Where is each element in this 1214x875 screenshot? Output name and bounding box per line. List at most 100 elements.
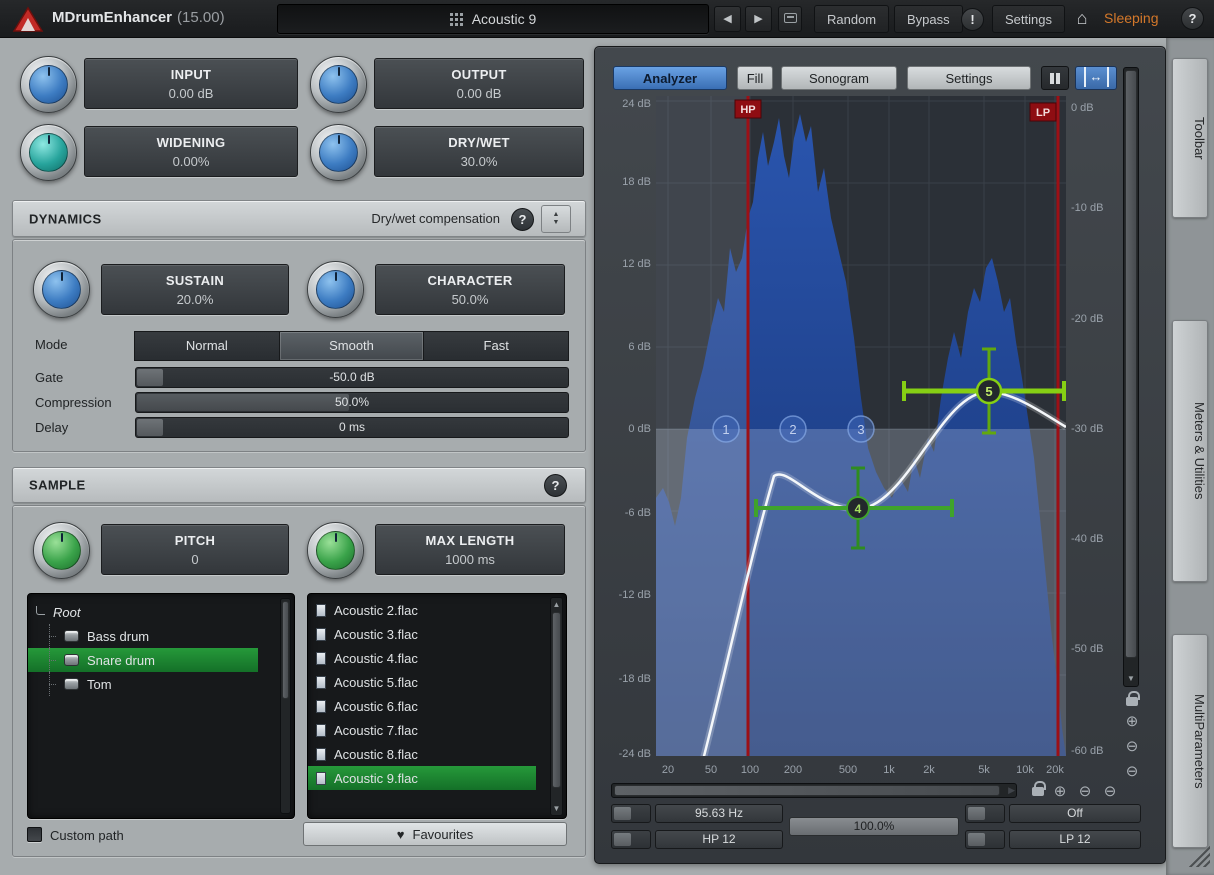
file-list-scrollbar[interactable]: ▲ ▼: [550, 597, 563, 816]
file-item[interactable]: Acoustic 7.flac: [308, 718, 566, 742]
band-mix-slider[interactable]: 100.0%: [789, 817, 959, 836]
character-display[interactable]: CHARACTER 50.0%: [375, 264, 565, 315]
scroll-down-icon[interactable]: ▼: [551, 802, 562, 815]
tab-analyzer[interactable]: Analyzer: [613, 66, 727, 90]
mode-smooth-button[interactable]: Smooth: [279, 331, 425, 361]
home-button[interactable]: ⌂: [1068, 6, 1096, 32]
plot-vertical-scrollbar[interactable]: ▼: [1123, 67, 1139, 687]
mode-fast-button[interactable]: Fast: [423, 331, 569, 361]
dynamics-help-button[interactable]: ?: [511, 208, 534, 231]
gate-slider[interactable]: -50.0 dB: [135, 367, 569, 388]
delay-slider[interactable]: 0 ms: [135, 417, 569, 438]
hzoom-lock-icon[interactable]: [1032, 787, 1044, 796]
input-knob[interactable]: [20, 56, 77, 113]
mode-normal-button[interactable]: Normal: [134, 331, 280, 361]
alert-button[interactable]: !: [961, 8, 984, 31]
character-knob[interactable]: [307, 261, 364, 318]
plot-horizontal-scrollbar[interactable]: ▶: [611, 783, 1017, 798]
plot-vertical-scrollbar-thumb[interactable]: [1125, 70, 1137, 658]
tab-sonogram[interactable]: Sonogram: [781, 66, 897, 90]
previous-preset-button[interactable]: ◀: [714, 6, 741, 32]
preset-selector[interactable]: Acoustic 9: [277, 4, 709, 34]
random-button[interactable]: Random: [814, 5, 889, 33]
max-length-knob[interactable]: [307, 522, 364, 579]
tab-fill[interactable]: Fill: [737, 66, 773, 90]
drywet-knob[interactable]: [310, 124, 367, 181]
tree-item-bass-drum[interactable]: Bass drum: [28, 624, 294, 648]
dynamics-spinner-button[interactable]: ▲ ▼: [541, 205, 571, 233]
tree-root-item[interactable]: Root: [28, 600, 294, 624]
hp-slope-mini-slider[interactable]: [611, 830, 651, 849]
compression-slider[interactable]: 50.0%: [135, 392, 569, 413]
file-item[interactable]: Acoustic 4.flac: [308, 646, 566, 670]
plot-horizontal-scrollbar-thumb[interactable]: [614, 785, 1000, 796]
input-display[interactable]: INPUT 0.00 dB: [84, 58, 298, 109]
preset-manager-button[interactable]: [778, 6, 802, 32]
sleeping-indicator[interactable]: Sleeping: [1104, 10, 1159, 26]
drywet-compensation-dropdown[interactable]: Dry/wet compensation: [371, 211, 500, 226]
tab-toolbar[interactable]: Toolbar: [1172, 58, 1208, 218]
lp-frequency-display[interactable]: Off: [1009, 804, 1141, 823]
delay-slider-handle[interactable]: [137, 419, 163, 436]
file-item-selected[interactable]: Acoustic 9.flac: [308, 766, 536, 790]
help-button[interactable]: ?: [1181, 7, 1204, 30]
hzoom-reset-icon[interactable]: ⊖: [1101, 782, 1119, 800]
custom-path-checkbox[interactable]: [27, 827, 42, 842]
zoom-in-icon[interactable]: ⊕: [1123, 712, 1141, 730]
max-length-display[interactable]: MAX LENGTH 1000 ms: [375, 524, 565, 575]
lp-frequency-mini-slider[interactable]: [965, 804, 1005, 823]
hp-slope-mini-handle[interactable]: [614, 833, 631, 846]
tree-item-snare-drum[interactable]: Snare drum: [28, 648, 258, 672]
next-preset-button[interactable]: ▶: [745, 6, 772, 32]
scroll-right-icon[interactable]: ▶: [1008, 784, 1015, 797]
hp-slope-display[interactable]: HP 12: [655, 830, 783, 849]
hp-frequency-display[interactable]: 95.63 Hz: [655, 804, 783, 823]
gate-slider-handle[interactable]: [137, 369, 163, 386]
scroll-up-icon[interactable]: ▲: [551, 598, 562, 611]
lp-frequency-mini-handle[interactable]: [968, 807, 985, 820]
file-item[interactable]: Acoustic 8.flac: [308, 742, 566, 766]
zoom-reset-icon[interactable]: ⊖: [1123, 762, 1141, 780]
hzoom-out-icon[interactable]: ⊖: [1076, 782, 1094, 800]
output-display[interactable]: OUTPUT 0.00 dB: [374, 58, 584, 109]
file-list-scrollbar-thumb[interactable]: [552, 612, 561, 788]
compression-slider-fill[interactable]: [137, 394, 349, 411]
lp-marker-label[interactable]: LP: [1030, 103, 1056, 121]
file-item[interactable]: Acoustic 2.flac: [308, 598, 566, 622]
sustain-display[interactable]: SUSTAIN 20.0%: [101, 264, 289, 315]
tree-item-tom[interactable]: Tom: [28, 672, 294, 696]
bypass-button[interactable]: Bypass: [894, 5, 963, 33]
tab-multiparameters[interactable]: MultiParameters: [1172, 634, 1208, 848]
tab-settings[interactable]: Settings: [907, 66, 1031, 90]
tree-scrollbar[interactable]: [280, 598, 291, 814]
lp-slope-mini-handle[interactable]: [968, 833, 985, 846]
scroll-down-icon[interactable]: ▼: [1124, 672, 1138, 685]
widening-knob[interactable]: [20, 124, 77, 181]
lp-slope-display[interactable]: LP 12: [1009, 830, 1141, 849]
fit-view-button[interactable]: ↔: [1075, 66, 1117, 90]
pitch-knob[interactable]: [33, 522, 90, 579]
sustain-knob[interactable]: [33, 261, 90, 318]
tab-meters-utilities[interactable]: Meters & Utilities: [1172, 320, 1208, 582]
pause-analyzer-button[interactable]: [1041, 66, 1069, 90]
tree-scrollbar-thumb[interactable]: [282, 601, 289, 699]
eq-node-1[interactable]: 1: [713, 416, 739, 442]
lp-slope-mini-slider[interactable]: [965, 830, 1005, 849]
eq-node-3[interactable]: 3: [848, 416, 874, 442]
hzoom-in-icon[interactable]: ⊕: [1051, 782, 1069, 800]
output-knob[interactable]: [310, 56, 367, 113]
eq-node-2[interactable]: 2: [780, 416, 806, 442]
sample-help-button[interactable]: ?: [544, 474, 567, 497]
zoom-out-icon[interactable]: ⊖: [1123, 737, 1141, 755]
file-item[interactable]: Acoustic 6.flac: [308, 694, 566, 718]
hp-marker-label[interactable]: HP: [735, 100, 761, 118]
zoom-lock-icon[interactable]: [1126, 697, 1138, 706]
favourites-button[interactable]: ♥ Favourites: [303, 822, 567, 846]
hp-frequency-mini-slider[interactable]: [611, 804, 651, 823]
widening-display[interactable]: WIDENING 0.00%: [84, 126, 298, 177]
hp-frequency-mini-handle[interactable]: [614, 807, 631, 820]
drywet-display[interactable]: DRY/WET 30.0%: [374, 126, 584, 177]
file-item[interactable]: Acoustic 5.flac: [308, 670, 566, 694]
file-item[interactable]: Acoustic 3.flac: [308, 622, 566, 646]
spectrum-eq-plot[interactable]: 1 2 3 4 5: [656, 96, 1066, 756]
